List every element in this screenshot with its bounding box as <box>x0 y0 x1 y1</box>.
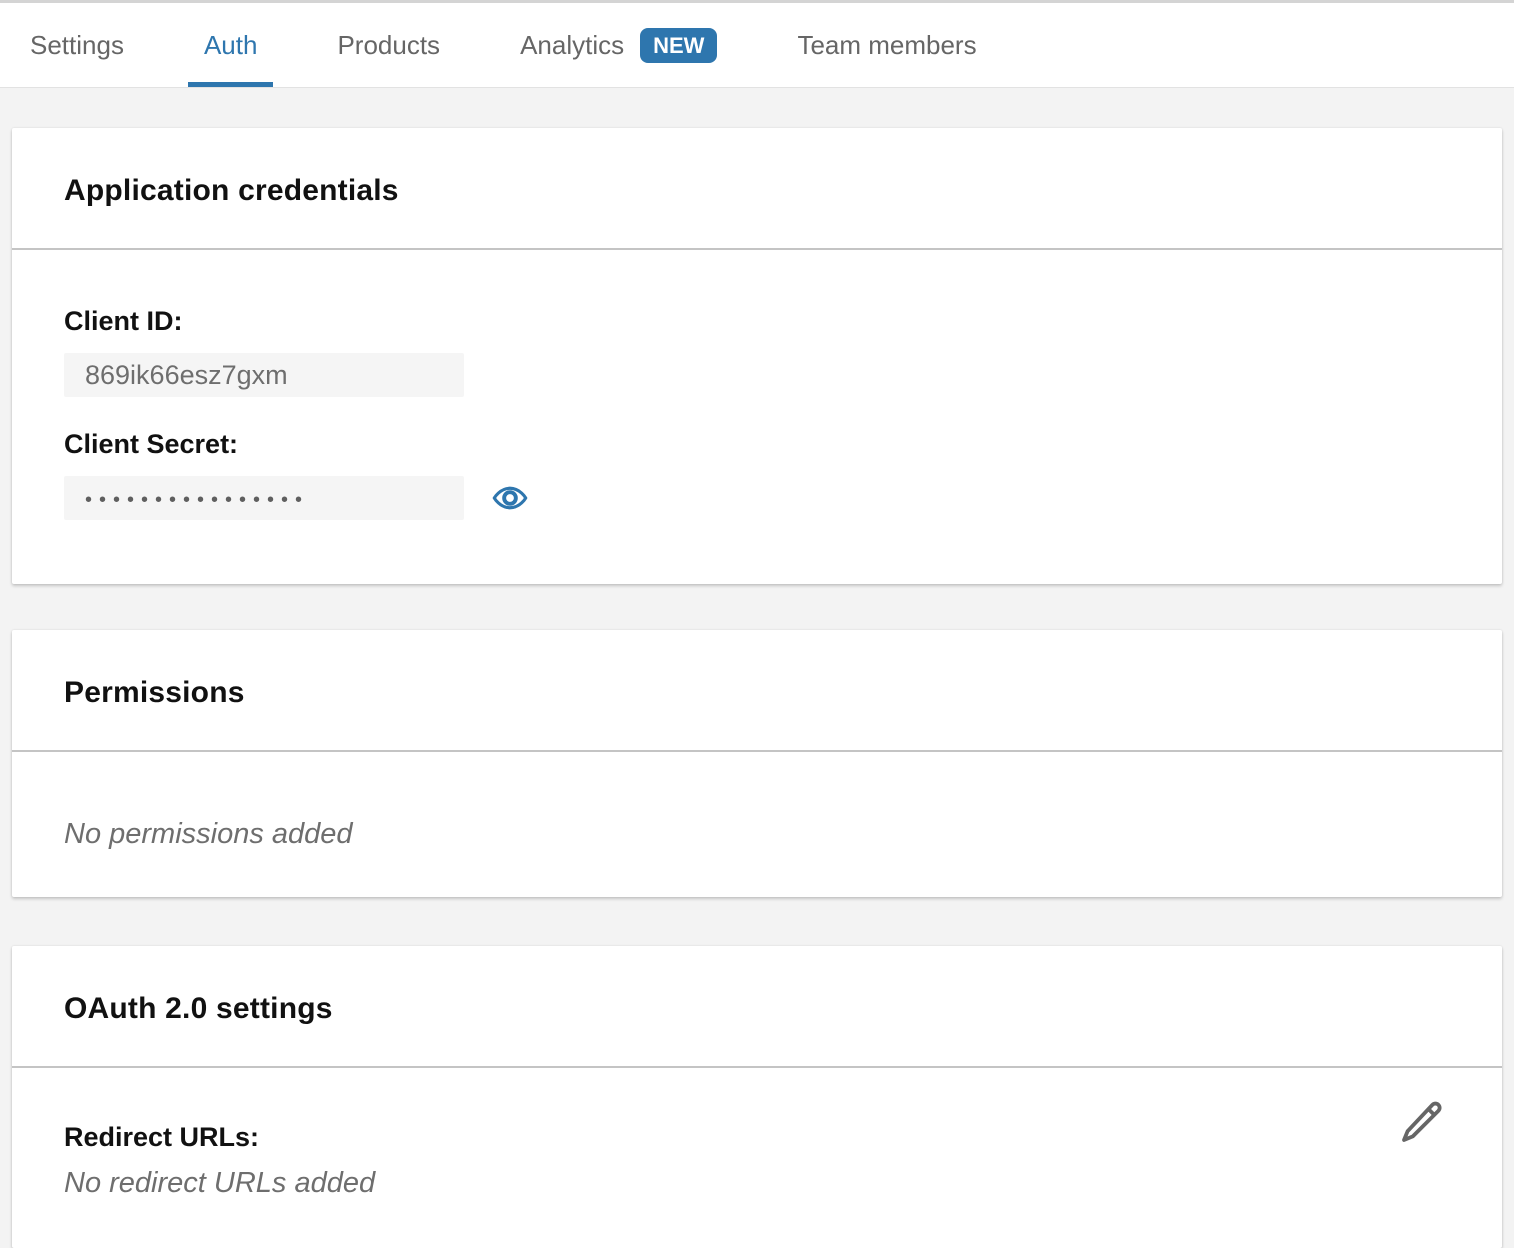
client-id-label: Client ID: <box>64 306 1450 337</box>
permissions-header: Permissions <box>12 630 1502 750</box>
application-credentials-body: Client ID: 869ik66esz7gxm Client Secret:… <box>12 250 1502 584</box>
pencil-icon <box>1398 1098 1446 1146</box>
tab-team-members-label: Team members <box>797 30 976 61</box>
tab-auth-label: Auth <box>204 30 258 61</box>
client-secret-masked-value: •••••••••••••••• <box>64 476 464 520</box>
tab-products[interactable]: Products <box>321 3 456 87</box>
new-badge: NEW <box>640 28 717 63</box>
client-secret-label: Client Secret: <box>64 429 1450 460</box>
tab-auth[interactable]: Auth <box>188 3 274 87</box>
oauth-settings-card: OAuth 2.0 settings Redirect URLs: No red… <box>12 946 1502 1248</box>
tab-analytics-label: Analytics <box>520 30 624 61</box>
show-client-secret-button[interactable] <box>492 480 528 516</box>
no-permissions-text: No permissions added <box>64 818 1450 851</box>
application-credentials-title: Application credentials <box>64 174 1450 208</box>
tab-settings-label: Settings <box>30 30 124 61</box>
tab-settings[interactable]: Settings <box>14 3 140 87</box>
application-credentials-header: Application credentials <box>12 128 1502 248</box>
tab-bar: Settings Auth Products Analytics NEW Tea… <box>0 0 1514 88</box>
permissions-body: No permissions added <box>12 752 1502 897</box>
oauth-settings-title: OAuth 2.0 settings <box>64 992 1450 1026</box>
edit-redirect-urls-button[interactable] <box>1398 1098 1446 1146</box>
oauth-settings-header: OAuth 2.0 settings <box>12 946 1502 1066</box>
eye-icon <box>492 480 528 516</box>
redirect-urls-label: Redirect URLs: <box>64 1122 1450 1153</box>
tab-products-label: Products <box>337 30 440 61</box>
tab-analytics[interactable]: Analytics NEW <box>504 3 733 87</box>
no-redirect-urls-text: No redirect URLs added <box>64 1167 1450 1200</box>
permissions-card: Permissions No permissions added <box>12 630 1502 897</box>
tab-team-members[interactable]: Team members <box>781 3 992 87</box>
oauth-settings-body: Redirect URLs: No redirect URLs added <box>12 1068 1502 1248</box>
permissions-title: Permissions <box>64 676 1450 710</box>
application-credentials-card: Application credentials Client ID: 869ik… <box>12 128 1502 584</box>
client-id-value: 869ik66esz7gxm <box>64 353 464 397</box>
